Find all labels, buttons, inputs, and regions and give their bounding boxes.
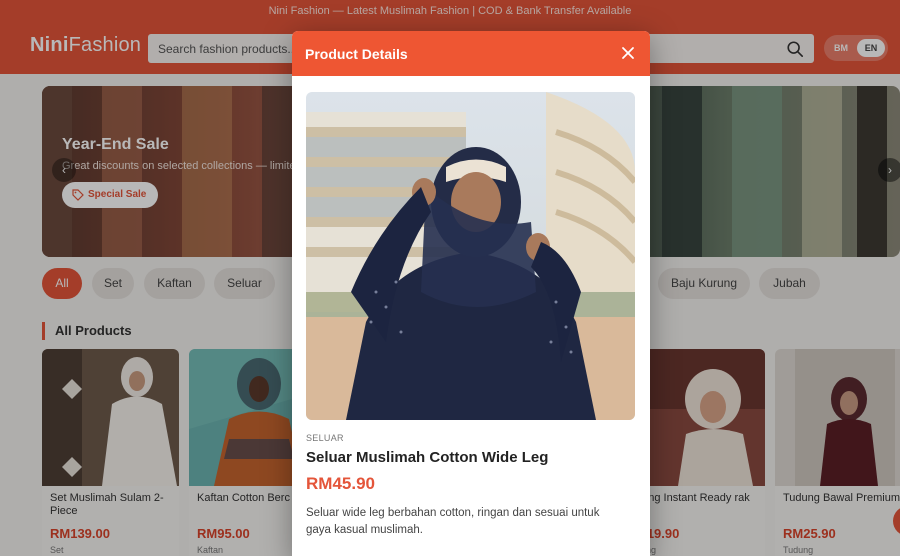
product-description: Seluar wide leg berbahan cotton, ringan … bbox=[306, 507, 600, 536]
modal-header: Product Details bbox=[292, 31, 650, 76]
product-category-label: SELUAR bbox=[306, 433, 344, 443]
product-details-modal: Product Details SELUAR Seluar Muslimah C… bbox=[292, 31, 650, 556]
modal-title: Product Details bbox=[305, 46, 408, 62]
product-detail-image bbox=[306, 92, 635, 420]
product-name: Seluar Muslimah Cotton Wide Leg bbox=[306, 449, 549, 466]
close-icon[interactable] bbox=[620, 45, 636, 61]
product-price: RM45.90 bbox=[306, 474, 375, 493]
